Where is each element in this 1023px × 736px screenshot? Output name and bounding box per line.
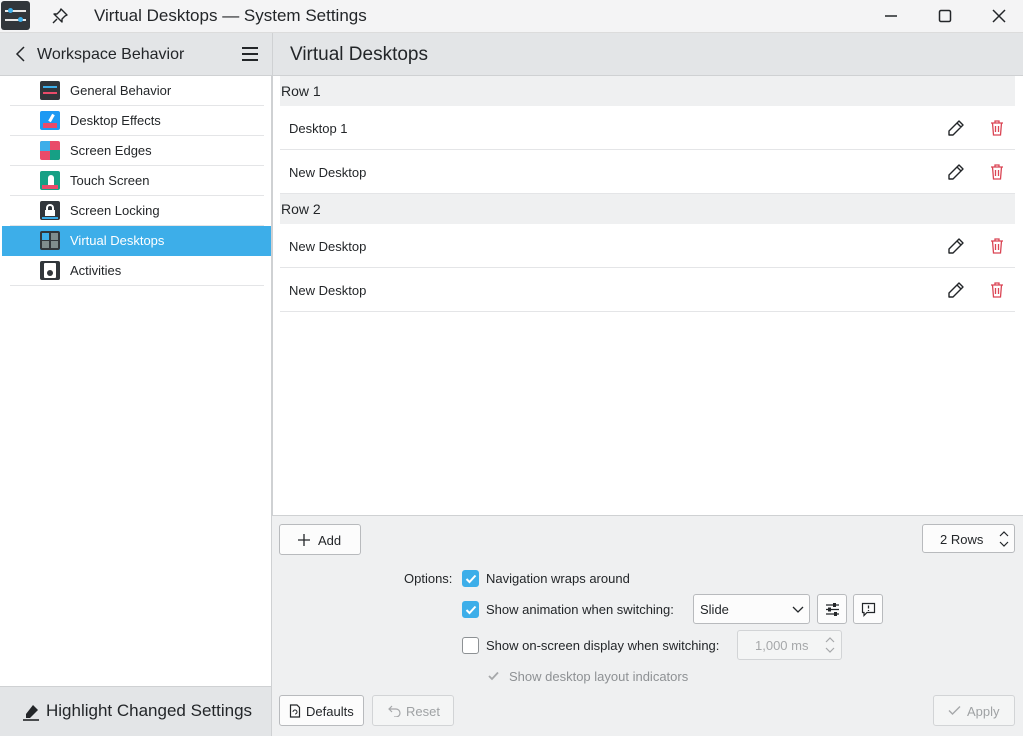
title-bar: Virtual Desktops — System Settings <box>0 0 1023 33</box>
desktops-list: Row 1 Desktop 1 New Desktop Row 2 New De… <box>272 76 1023 516</box>
animation-value: Slide <box>700 602 729 617</box>
delete-trash-icon[interactable] <box>988 163 1006 181</box>
osd-duration-value: 1,000 ms <box>755 638 809 653</box>
sidebar-item-label: Touch Screen <box>70 173 150 188</box>
sidebar-item-activities[interactable]: Activities <box>10 256 264 286</box>
minimize-button[interactable] <box>879 5 903 27</box>
options-label: Options: <box>404 571 453 586</box>
desktop-item[interactable]: New Desktop <box>280 150 1015 194</box>
sidebar-item-label: General Behavior <box>70 83 172 98</box>
row-label: Row 1 <box>281 83 321 99</box>
touch-screen-icon <box>40 171 60 190</box>
show-osd-label[interactable]: Show on-screen display when switching: <box>486 638 719 653</box>
animation-info-button[interactable] <box>853 594 883 624</box>
layout-indicators-label: Show desktop layout indicators <box>509 669 689 684</box>
sidebar: General Behavior Desktop Effects Screen … <box>0 76 272 686</box>
sidebar-item-screen-locking[interactable]: Screen Locking <box>10 196 264 226</box>
edit-pencil-icon[interactable] <box>947 163 965 181</box>
screen-locking-icon <box>40 201 60 220</box>
show-animation-label[interactable]: Show animation when switching: <box>486 602 674 617</box>
sidebar-title: Workspace Behavior <box>37 46 185 63</box>
desktop-name: New Desktop <box>289 165 367 180</box>
highlight-changed-settings-button[interactable]: Highlight Changed Settings <box>0 686 272 736</box>
desktop-item[interactable]: New Desktop <box>280 268 1015 312</box>
spin-arrows-icon[interactable] <box>998 528 1010 550</box>
desktop-effects-icon <box>40 111 60 130</box>
sidebar-item-label: Screen Edges <box>70 143 152 158</box>
sidebar-item-screen-edges[interactable]: Screen Edges <box>10 136 264 166</box>
virtual-desktops-icon <box>40 231 60 250</box>
desktop-name: Desktop 1 <box>289 121 348 136</box>
sidebar-item-label: Desktop Effects <box>70 113 161 128</box>
desktop-item[interactable]: New Desktop <box>280 224 1015 268</box>
sidebar-item-virtual-desktops[interactable]: Virtual Desktops <box>2 226 271 256</box>
show-animation-checkbox[interactable] <box>462 601 479 618</box>
delete-trash-icon[interactable] <box>988 237 1006 255</box>
add-label: Add <box>318 533 342 548</box>
about-info-icon <box>861 602 876 617</box>
window-title: Virtual Desktops — System Settings <box>94 6 367 25</box>
edit-pencil-icon[interactable] <box>947 281 965 299</box>
row-label: Row 2 <box>281 201 321 217</box>
sidebar-item-desktop-effects[interactable]: Desktop Effects <box>10 106 264 136</box>
rows-spinbox[interactable]: 2 Rows <box>922 524 1015 553</box>
defaults-button[interactable]: Defaults <box>279 695 364 726</box>
desktop-item[interactable]: Desktop 1 <box>280 106 1015 150</box>
navigation-wraps-checkbox[interactable] <box>462 570 479 587</box>
maximize-button[interactable] <box>933 5 957 27</box>
delete-trash-icon[interactable] <box>988 119 1006 137</box>
navigation-wraps-label[interactable]: Navigation wraps around <box>486 571 630 586</box>
checkmark-icon <box>465 605 477 615</box>
desktop-name: New Desktop <box>289 239 367 254</box>
sidebar-item-general-behavior[interactable]: General Behavior <box>10 76 264 106</box>
plus-icon <box>298 534 310 546</box>
sidebar-item-touch-screen[interactable]: Touch Screen <box>10 166 264 196</box>
sidebar-item-label: Screen Locking <box>70 203 160 218</box>
document-revert-icon <box>289 704 301 718</box>
sidebar-header: Workspace Behavior <box>0 33 272 76</box>
page-header: Virtual Desktops <box>272 33 1023 76</box>
hamburger-menu-icon[interactable] <box>240 45 260 63</box>
chevron-down-icon <box>792 606 804 613</box>
undo-icon <box>388 705 401 717</box>
defaults-label: Defaults <box>306 704 354 719</box>
animation-combobox[interactable]: Slide <box>693 594 810 624</box>
configure-sliders-icon <box>826 603 839 616</box>
page-title: Virtual Desktops <box>290 44 428 65</box>
highlight-changed-settings-label: Highlight Changed Settings <box>46 701 253 720</box>
add-desktop-button[interactable]: Add <box>279 524 361 555</box>
activities-icon <box>40 261 60 280</box>
screen-edges-icon <box>40 141 60 160</box>
osd-duration-spinbox[interactable]: 1,000 ms <box>737 630 842 660</box>
show-osd-checkbox[interactable] <box>462 637 479 654</box>
checkmark-icon <box>948 706 961 715</box>
reset-button[interactable]: Reset <box>372 695 454 726</box>
desktop-name: New Desktop <box>289 283 367 298</box>
row-header: Row 1 <box>280 76 1015 106</box>
reset-label: Reset <box>406 704 440 719</box>
checkmark-icon <box>465 574 477 584</box>
back-icon[interactable] <box>12 45 30 63</box>
spin-arrows-icon <box>825 637 835 653</box>
apply-label: Apply <box>967 704 1000 719</box>
rows-value: 2 Rows <box>940 532 984 547</box>
highlighter-icon <box>23 705 39 721</box>
edit-pencil-icon[interactable] <box>947 119 965 137</box>
system-settings-app-icon[interactable] <box>1 1 30 30</box>
animation-settings-button[interactable] <box>817 594 847 624</box>
edit-pencil-icon[interactable] <box>947 237 965 255</box>
sidebar-item-label: Virtual Desktops <box>70 233 165 248</box>
pin-icon[interactable] <box>50 6 70 26</box>
close-button[interactable] <box>987 5 1011 27</box>
delete-trash-icon[interactable] <box>988 281 1006 299</box>
layout-indicators-check-icon[interactable] <box>486 669 501 683</box>
sidebar-item-label: Activities <box>70 263 122 278</box>
general-behavior-icon <box>40 81 60 100</box>
row-header: Row 2 <box>280 194 1015 224</box>
apply-button[interactable]: Apply <box>933 695 1015 726</box>
